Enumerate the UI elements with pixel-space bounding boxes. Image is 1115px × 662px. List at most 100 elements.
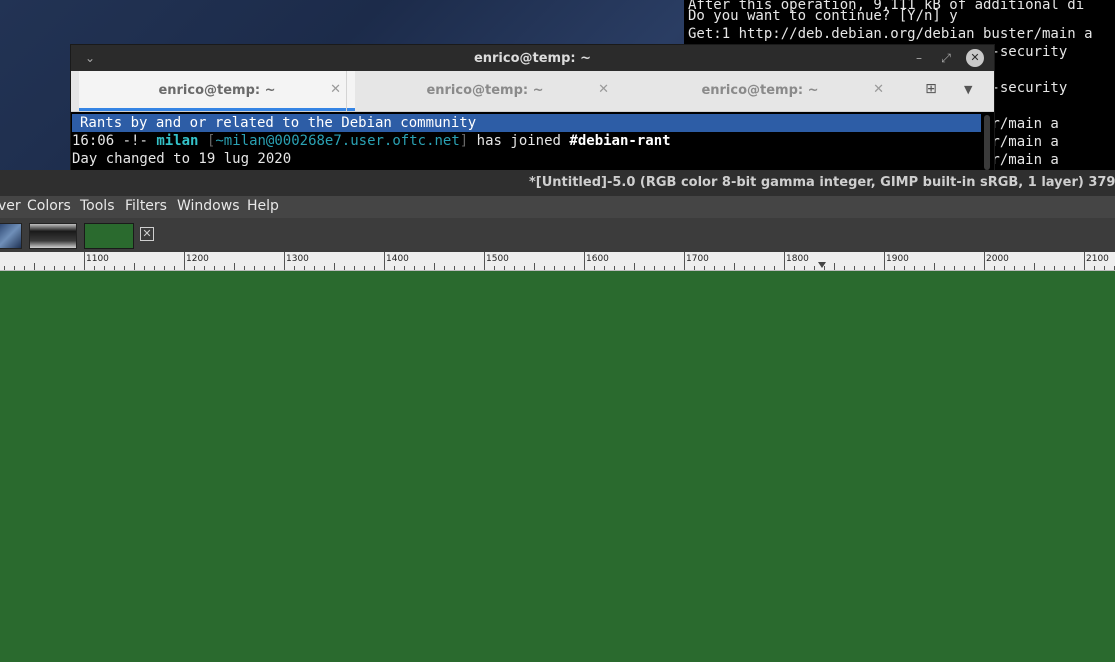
ruler-minor-tick xyxy=(464,266,465,270)
tab-terminal-3[interactable]: enrico@temp: ~ ✕ xyxy=(622,71,898,111)
ruler-minor-tick xyxy=(1034,263,1035,270)
ruler-minor-tick xyxy=(74,266,75,270)
close-icon[interactable]: ✕ xyxy=(966,49,984,67)
ruler-minor-tick xyxy=(1014,266,1015,270)
ruler-major-tick xyxy=(284,252,285,270)
ruler-minor-tick xyxy=(214,266,215,270)
ruler-minor-tick xyxy=(654,266,655,270)
ruler-minor-tick xyxy=(164,266,165,270)
image-thumbnail-tab[interactable] xyxy=(0,223,22,249)
channel-topic: Rants by and or related to the Debian co… xyxy=(72,114,981,132)
ruler-minor-tick xyxy=(724,266,725,270)
menu-help[interactable]: Help xyxy=(247,198,279,214)
ruler-major-tick xyxy=(784,252,785,270)
image-canvas[interactable] xyxy=(0,271,1115,662)
ruler-minor-tick xyxy=(194,266,195,270)
terminal-line: Do you want to continue? [Y/n] y xyxy=(688,8,958,24)
action-text: has joined xyxy=(476,133,561,149)
ruler-minor-tick xyxy=(1064,266,1065,270)
ruler-minor-tick xyxy=(1104,266,1105,270)
ruler-minor-tick xyxy=(824,266,825,270)
ruler-major-tick xyxy=(484,252,485,270)
ruler-minor-tick xyxy=(914,266,915,270)
ruler-minor-tick xyxy=(404,266,405,270)
image-thumbnail-tab[interactable] xyxy=(29,223,77,249)
ruler-minor-tick xyxy=(1054,266,1055,270)
day-changed-message: Day changed to 19 lug 2020 xyxy=(72,151,292,167)
tab-terminal-1[interactable]: enrico@temp: ~ ✕ xyxy=(79,71,355,111)
ruler-minor-tick xyxy=(124,266,125,270)
tab-label: enrico@temp: ~ xyxy=(426,83,544,98)
ruler-minor-tick xyxy=(804,266,805,270)
close-image-icon[interactable]: ✕ xyxy=(140,227,154,241)
new-tab-icon[interactable]: ⊞ xyxy=(921,81,941,101)
ruler-label: 2000 xyxy=(986,254,1009,264)
ruler-minor-tick xyxy=(944,266,945,270)
ruler-minor-tick xyxy=(204,266,205,270)
ruler-label: 1300 xyxy=(286,254,309,264)
ruler-minor-tick xyxy=(814,266,815,270)
ruler-minor-tick xyxy=(504,266,505,270)
menu-windows[interactable]: Windows xyxy=(177,198,240,214)
ruler-minor-tick xyxy=(664,266,665,270)
maximize-icon[interactable]: ⤢ xyxy=(937,49,955,67)
ruler-minor-tick xyxy=(854,266,855,270)
ruler-minor-tick xyxy=(794,266,795,270)
ruler-minor-tick xyxy=(1044,266,1045,270)
ruler-minor-tick xyxy=(314,266,315,270)
menu-filters[interactable]: Filters xyxy=(125,198,167,214)
terminal-content[interactable]: Rants by and or related to the Debian co… xyxy=(71,112,994,170)
ruler-minor-tick xyxy=(594,266,595,270)
ruler-minor-tick xyxy=(364,266,365,270)
window-title: enrico@temp: ~ xyxy=(473,51,592,66)
terminal-titlebar[interactable]: ⌄ enrico@temp: ~ – ⤢ ✕ xyxy=(71,45,994,71)
ruler-minor-tick xyxy=(454,266,455,270)
ruler-minor-tick xyxy=(294,266,295,270)
ruler-major-tick xyxy=(584,252,585,270)
tab-label: enrico@temp: ~ xyxy=(701,83,819,98)
ruler-minor-tick xyxy=(224,266,225,270)
ruler-minor-tick xyxy=(894,266,895,270)
tab-close-icon[interactable]: ✕ xyxy=(598,82,609,97)
join-message: 16:06 -!- milan [~milan@000268e7.user.of… xyxy=(72,133,671,149)
ruler-minor-tick xyxy=(274,266,275,270)
tab-close-icon[interactable]: ✕ xyxy=(873,82,884,97)
ruler-minor-tick xyxy=(254,266,255,270)
image-thumbnail-tab-active[interactable] xyxy=(84,223,134,249)
ruler-minor-tick xyxy=(994,266,995,270)
ruler-minor-tick xyxy=(354,266,355,270)
terminal-tabbar: enrico@temp: ~ ✕ enrico@temp: ~ ✕ enrico… xyxy=(71,71,994,112)
ruler-minor-tick xyxy=(974,266,975,270)
horizontal-ruler[interactable]: 0011001200130014001500160017001800190020… xyxy=(0,252,1115,271)
tab-close-icon[interactable]: ✕ xyxy=(330,82,341,97)
tab-label: enrico@temp: ~ xyxy=(158,83,276,98)
ruler-minor-tick xyxy=(494,266,495,270)
scrollbar[interactable] xyxy=(984,115,990,170)
timestamp: 16:06 xyxy=(72,133,115,149)
menu-colors[interactable]: Colors xyxy=(27,198,71,214)
nick: milan xyxy=(156,133,199,149)
terminal-window[interactable]: ⌄ enrico@temp: ~ – ⤢ ✕ enrico@temp: ~ ✕ … xyxy=(71,45,994,170)
menu-tools[interactable]: Tools xyxy=(80,198,115,214)
gimp-titlebar[interactable]: *[Untitled]-5.0 (RGB color 8-bit gamma i… xyxy=(0,170,1115,196)
ruler-minor-tick xyxy=(324,266,325,270)
ruler-label: 1600 xyxy=(586,254,609,264)
ruler-minor-tick xyxy=(304,266,305,270)
ruler-minor-tick xyxy=(744,266,745,270)
ruler-major-tick xyxy=(184,252,185,270)
ruler-minor-tick xyxy=(714,266,715,270)
ruler-minor-tick xyxy=(434,263,435,270)
ruler-minor-tick xyxy=(694,266,695,270)
ruler-label: 1900 xyxy=(886,254,909,264)
ruler-minor-tick xyxy=(934,263,935,270)
ruler-major-tick xyxy=(384,252,385,270)
hostmask: ~milan@000268e7.user.oftc.net xyxy=(215,133,460,149)
minimize-icon[interactable]: – xyxy=(910,49,928,67)
ruler-major-tick xyxy=(884,252,885,270)
tab-terminal-2[interactable]: enrico@temp: ~ ✕ xyxy=(346,71,623,111)
ruler-minor-tick xyxy=(954,266,955,270)
menu-layer[interactable]: ver xyxy=(0,198,21,214)
ruler-major-tick xyxy=(684,252,685,270)
chevron-down-icon[interactable]: ▼ xyxy=(964,83,972,96)
channel-name: #debian-rant xyxy=(569,133,671,149)
